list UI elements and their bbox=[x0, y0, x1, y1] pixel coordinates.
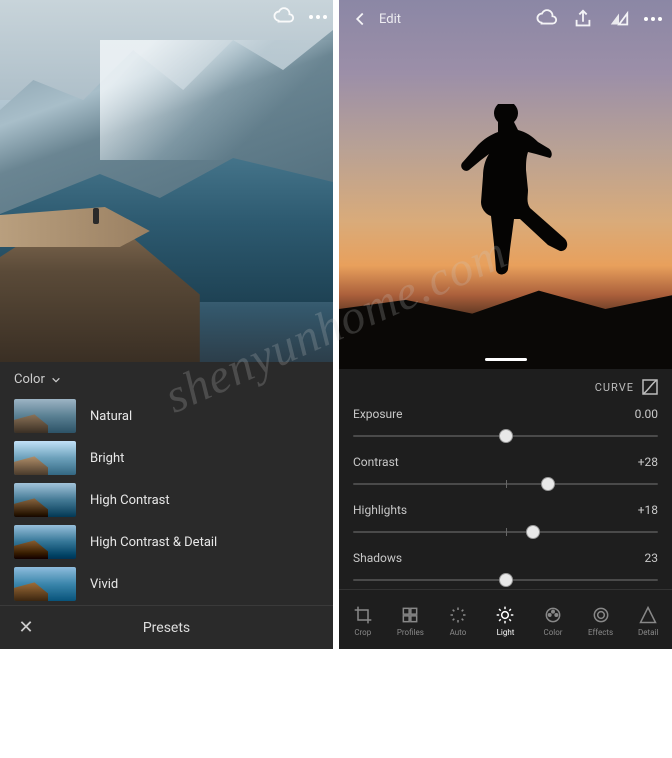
bottom-bar: ✕ Presets bbox=[0, 605, 333, 649]
tool-detail[interactable]: Detail bbox=[627, 605, 669, 637]
tool-label: Light bbox=[497, 628, 515, 637]
tool-label: Effects bbox=[588, 628, 613, 637]
preset-label: Bright bbox=[90, 451, 124, 466]
curve-icon bbox=[642, 379, 658, 395]
back-label[interactable]: Edit bbox=[379, 12, 401, 27]
panel-handle[interactable] bbox=[485, 358, 527, 361]
detail-icon bbox=[638, 605, 658, 625]
tool-label: Detail bbox=[638, 628, 658, 637]
tool-profiles[interactable]: Profiles bbox=[389, 605, 431, 637]
tool-color[interactable]: Color bbox=[532, 605, 574, 637]
contrast-slider[interactable]: Contrast +28 bbox=[353, 455, 658, 493]
presets-panel: Color Natural Bright High Contrast High … bbox=[0, 362, 333, 649]
curve-label: CURVE bbox=[595, 381, 634, 394]
presets-screen: Color Natural Bright High Contrast High … bbox=[0, 0, 333, 649]
preset-thumb bbox=[14, 441, 76, 475]
share-icon[interactable] bbox=[572, 8, 594, 30]
exposure-slider[interactable]: Exposure 0.00 bbox=[353, 407, 658, 445]
more-icon[interactable] bbox=[644, 17, 662, 21]
light-icon bbox=[495, 605, 515, 625]
light-panel: CURVE Exposure 0.00 Contrast +28 H bbox=[339, 369, 672, 649]
tool-label: Crop bbox=[354, 628, 371, 637]
tool-auto[interactable]: Auto bbox=[437, 605, 479, 637]
tool-effects[interactable]: Effects bbox=[580, 605, 622, 637]
preview-image-silhouette[interactable]: Edit bbox=[339, 0, 672, 369]
before-after-icon[interactable] bbox=[608, 8, 630, 30]
preset-label: Natural bbox=[90, 409, 132, 424]
preset-thumb bbox=[14, 567, 76, 601]
preset-label: Vivid bbox=[90, 577, 118, 592]
preset-list: Natural Bright High Contrast High Contra… bbox=[0, 395, 333, 605]
preset-label: High Contrast bbox=[90, 493, 170, 508]
back-icon[interactable] bbox=[349, 8, 371, 30]
bottom-bar-title: Presets bbox=[143, 620, 190, 636]
slider-value: 23 bbox=[645, 551, 659, 565]
preset-thumb bbox=[14, 399, 76, 433]
slider-label: Contrast bbox=[353, 455, 399, 469]
close-icon[interactable]: ✕ bbox=[14, 616, 38, 640]
slider-value: 0.00 bbox=[635, 407, 658, 421]
auto-icon bbox=[448, 605, 468, 625]
preset-item[interactable]: High Contrast & Detail bbox=[0, 521, 333, 563]
preset-label: High Contrast & Detail bbox=[90, 535, 217, 550]
tool-label: Profiles bbox=[397, 628, 424, 637]
more-icon[interactable] bbox=[309, 15, 327, 19]
preset-group-label: Color bbox=[14, 372, 45, 387]
crop-icon bbox=[353, 605, 373, 625]
cloud-sync-icon[interactable] bbox=[536, 8, 558, 30]
preset-item[interactable]: High Contrast bbox=[0, 479, 333, 521]
slider-value: +28 bbox=[638, 455, 658, 469]
preset-item[interactable]: Bright bbox=[0, 437, 333, 479]
curve-button[interactable]: CURVE bbox=[339, 369, 672, 407]
profiles-icon bbox=[400, 605, 420, 625]
preset-thumb bbox=[14, 525, 76, 559]
preset-group-header[interactable]: Color bbox=[0, 362, 333, 395]
slider-label: Shadows bbox=[353, 551, 402, 565]
preview-image-fjord[interactable] bbox=[0, 0, 333, 362]
slider-label: Highlights bbox=[353, 503, 407, 517]
edit-screen: Edit CURVE Exposure 0.00 bbox=[339, 0, 672, 649]
tool-label: Color bbox=[544, 628, 563, 637]
highlights-slider[interactable]: Highlights +18 bbox=[353, 503, 658, 541]
shadows-slider[interactable]: Shadows 23 bbox=[353, 551, 658, 589]
preset-item[interactable]: Natural bbox=[0, 395, 333, 437]
preset-thumb bbox=[14, 483, 76, 517]
preset-item[interactable]: Vivid bbox=[0, 563, 333, 605]
silhouette-figure bbox=[436, 104, 576, 284]
chevron-down-icon bbox=[51, 375, 61, 385]
slider-value: +18 bbox=[638, 503, 658, 517]
tool-strip: Crop Profiles Auto Light Color Effects bbox=[339, 589, 672, 649]
effects-icon bbox=[591, 605, 611, 625]
tool-light[interactable]: Light bbox=[484, 605, 526, 637]
slider-label: Exposure bbox=[353, 407, 402, 421]
tool-label: Auto bbox=[450, 628, 467, 637]
tool-crop[interactable]: Crop bbox=[342, 605, 384, 637]
color-icon bbox=[543, 605, 563, 625]
cloud-sync-icon[interactable] bbox=[273, 6, 295, 28]
